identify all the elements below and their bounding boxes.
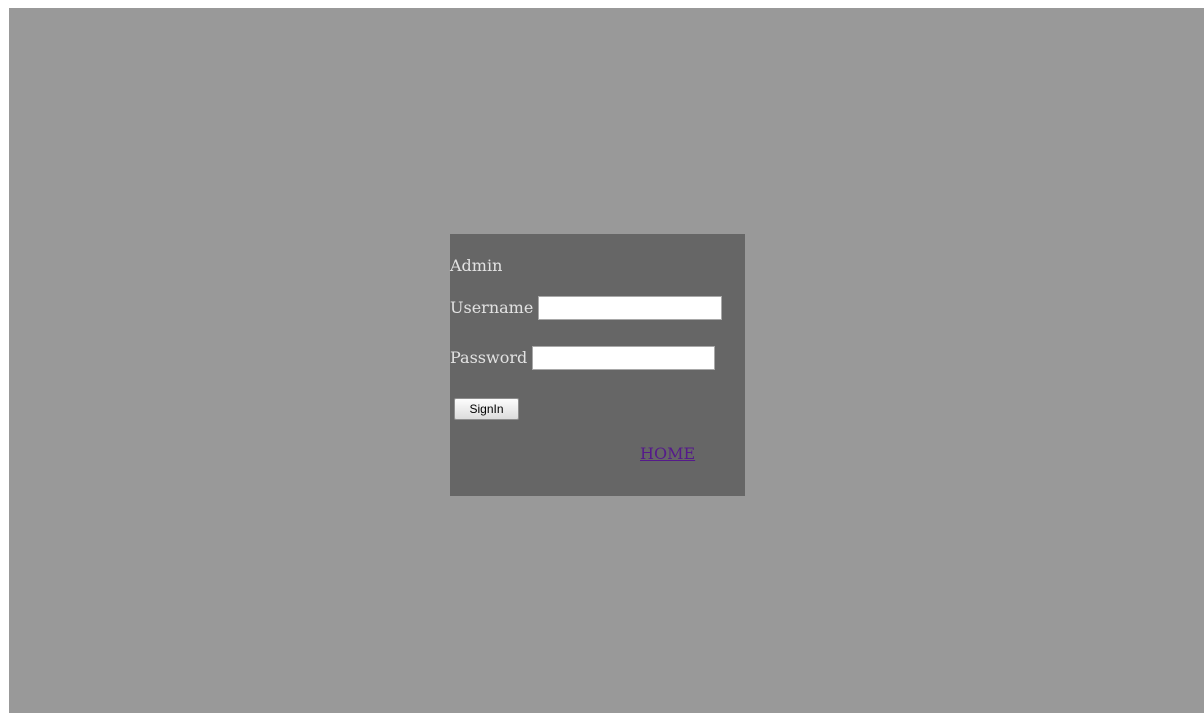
password-input[interactable] [532, 346, 716, 370]
password-row: Password [450, 345, 716, 371]
username-input[interactable] [538, 296, 723, 320]
panel-title: Admin [450, 256, 503, 275]
admin-login-panel: Admin Username Password SignIn HOME [450, 234, 745, 496]
password-label: Password [450, 348, 528, 367]
signin-button[interactable]: SignIn [454, 398, 519, 420]
username-row: Username [450, 295, 723, 321]
home-link[interactable]: HOME [640, 444, 695, 464]
page-background: Admin Username Password SignIn HOME [9, 8, 1204, 713]
username-label: Username [450, 298, 534, 317]
